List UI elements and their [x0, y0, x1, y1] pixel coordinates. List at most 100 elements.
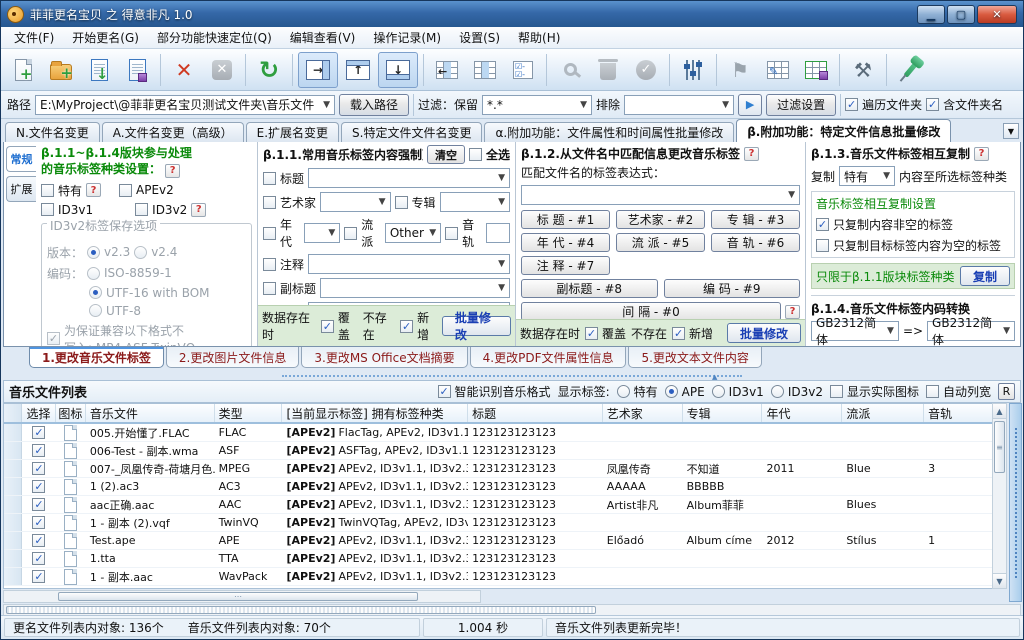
menu-records[interactable]: 操作记录(M): [364, 27, 450, 48]
special-tag-checkbox[interactable]: ✓特有: [41, 182, 82, 199]
real-icon-checkbox[interactable]: ✓显示实际图标: [830, 383, 919, 400]
new-file-button[interactable]: +: [5, 52, 41, 88]
maximize-button[interactable]: ▢: [947, 5, 975, 24]
expression-combobox[interactable]: ▼: [521, 185, 800, 205]
compat-checkbox[interactable]: ✓: [47, 332, 60, 345]
save-file-list-button[interactable]: [119, 52, 155, 88]
col-type[interactable]: 类型: [215, 404, 283, 422]
overwrite-checkbox[interactable]: ✓覆盖: [585, 325, 626, 342]
col-title[interactable]: 标题: [468, 404, 603, 422]
scrollbar-thumb[interactable]: ≡: [994, 421, 1005, 473]
subtab-image-info[interactable]: 2.更改图片文件信息: [166, 347, 299, 368]
overwrite-checkbox[interactable]: ✓覆盖: [321, 309, 358, 343]
artist-combobox[interactable]: ▼: [320, 192, 390, 212]
col-tags[interactable]: [当前显示标签] 拥有标签种类: [282, 404, 468, 422]
comment-field-checkbox[interactable]: ✓注释: [263, 256, 304, 273]
col-icon[interactable]: 图标: [56, 404, 86, 422]
insert-comment-button[interactable]: 注 释 - #7: [521, 256, 610, 275]
id3v1-checkbox[interactable]: ✓ID3v1: [41, 203, 93, 217]
subtitle-field-checkbox[interactable]: ✓副标题: [263, 280, 316, 297]
col-album[interactable]: 专辑: [683, 404, 763, 422]
menu-file[interactable]: 文件(F): [5, 27, 63, 48]
menu-help[interactable]: 帮助(H): [509, 27, 569, 48]
scroll-down-icon[interactable]: ▼: [993, 573, 1006, 588]
track-input[interactable]: [486, 223, 510, 243]
menu-quick-locate[interactable]: 部分功能快速定位(Q): [148, 27, 281, 48]
load-file-list-button[interactable]: ↓: [81, 52, 117, 88]
col-artist[interactable]: 艺术家: [603, 404, 683, 422]
subtitle-combobox[interactable]: ▼: [320, 278, 510, 298]
menu-settings[interactable]: 设置(S): [450, 27, 509, 48]
col-file[interactable]: 音乐文件: [86, 404, 215, 422]
row-checkbox[interactable]: ✓: [32, 444, 45, 457]
tab-file-info-batch[interactable]: β.附加功能：特定文件信息批量修改: [736, 119, 951, 142]
tab-extension-change[interactable]: E.扩展名变更: [246, 122, 339, 142]
panel-right-button[interactable]: →: [298, 52, 338, 88]
delete-checked-button[interactable]: [590, 52, 626, 88]
batch-modify-button[interactable]: 批量修改: [442, 316, 511, 336]
row-checkbox[interactable]: ✓: [32, 498, 45, 511]
table-row[interactable]: ✓ 1.tta TTA [APEv2]APEv2, ID3v1.1, ID3v2…: [4, 550, 994, 568]
tab-specific-filename[interactable]: S.特定文件文件名变更: [341, 122, 482, 142]
apev2-checkbox[interactable]: ✓APEv2: [119, 183, 174, 197]
delete-selected-button[interactable]: ✕: [166, 52, 202, 88]
enc-utf8-radio[interactable]: UTF-8: [89, 304, 141, 318]
auto-column-width-checkbox[interactable]: ✓自动列宽: [926, 383, 991, 400]
add-new-checkbox[interactable]: ✓新增: [400, 309, 437, 343]
exclude-combobox[interactable]: ▼: [624, 95, 734, 115]
table-horizontal-scrollbar[interactable]: ⋯: [3, 590, 481, 603]
title-field-checkbox[interactable]: ✓标题: [263, 170, 304, 187]
table-row[interactable]: ✓ 006-Test - 副本.wma ASF [APEv2]ASFTag, A…: [4, 442, 994, 460]
smart-detect-checkbox[interactable]: ✓智能识别音乐格式: [438, 383, 551, 400]
col-year[interactable]: 年代: [762, 404, 842, 422]
horizontal-splitter[interactable]: ▲: [3, 372, 1021, 379]
table-row[interactable]: ✓ Test.ape APE [APEv2]APEv2, ID3v1.1, ID…: [4, 532, 994, 550]
insert-genre-button[interactable]: 流 派 - #5: [616, 233, 705, 252]
tab-attr-time-batch[interactable]: α.附加功能：文件属性和时间属性批量修改: [484, 122, 734, 142]
genre-field-checkbox[interactable]: ✓流派: [344, 216, 381, 250]
filter-settings-button[interactable]: 过滤设置: [766, 94, 836, 116]
year-combobox[interactable]: ▼: [304, 223, 341, 243]
copy-source-combobox[interactable]: 特有▼: [839, 166, 895, 186]
subtab-music-tags[interactable]: 1.更改音乐文件标签: [29, 347, 164, 368]
check-options-button[interactable]: ☑-☑-: [505, 52, 541, 88]
subtab-text-content[interactable]: 5.更改文本文件内容: [628, 347, 761, 368]
edit-list-button[interactable]: ✎: [760, 52, 796, 88]
encoding-to-combobox[interactable]: GB2312简体▼: [927, 321, 1015, 341]
row-checkbox[interactable]: ✓: [32, 552, 45, 565]
year-field-checkbox[interactable]: ✓年代: [263, 216, 300, 250]
search-button[interactable]: [552, 52, 588, 88]
subtab-pdf-props[interactable]: 4.更改PDF文件属性信息: [470, 347, 627, 368]
tab-filename-advanced[interactable]: A.文件名变更（高级）: [102, 122, 244, 142]
close-button[interactable]: ✕: [977, 5, 1017, 24]
filter-adjust-button[interactable]: [675, 52, 711, 88]
help-icon[interactable]: ?: [744, 147, 759, 161]
show-special-radio[interactable]: 特有: [617, 383, 658, 400]
title-combobox[interactable]: ▼: [308, 168, 510, 188]
subtab-office-summary[interactable]: 3.更改MS Office文档摘要: [301, 347, 467, 368]
row-checkbox[interactable]: ✓: [32, 534, 45, 547]
refresh-button[interactable]: ↻: [251, 52, 287, 88]
filter-keep-combobox[interactable]: *.*▼: [482, 95, 592, 115]
traverse-folders-checkbox[interactable]: ✓遍历文件夹: [845, 96, 922, 113]
scroll-up-icon[interactable]: ▲: [993, 404, 1006, 419]
tab-overflow-button[interactable]: ▼: [1003, 123, 1019, 139]
vertical-splitter[interactable]: [1009, 403, 1022, 602]
insert-title-button[interactable]: 标 题 - #1: [521, 210, 610, 229]
select-all-checkbox[interactable]: ✓全选: [469, 146, 510, 163]
tab-filename-change[interactable]: N.文件名变更: [5, 122, 100, 142]
copy-nonempty-checkbox[interactable]: ✓只复制内容非空的标签: [816, 216, 953, 233]
insert-year-button[interactable]: 年 代 - #4: [521, 233, 610, 252]
include-folder-name-checkbox[interactable]: ✓含文件夹名: [926, 96, 1003, 113]
row-checkbox[interactable]: ✓: [32, 462, 45, 475]
copy-button[interactable]: 复制: [960, 266, 1010, 286]
table-row[interactable]: ✓ aac正确.aac AAC [APEv2]APEv2, ID3v1.1, I…: [4, 496, 994, 514]
column-layout-button[interactable]: [467, 52, 503, 88]
insert-artist-button[interactable]: 艺术家 - #2: [616, 210, 705, 229]
track-field-checkbox[interactable]: ✓音轨: [445, 216, 482, 250]
table-row[interactable]: ✓ 007-_凤凰传奇-荷塘月色.... MPEG [APEv2]APEv2, …: [4, 460, 994, 478]
artist-field-checkbox[interactable]: ✓艺术家: [263, 194, 316, 211]
insert-track-button[interactable]: 音 轨 - #6: [711, 233, 800, 252]
row-checkbox[interactable]: ✓: [32, 426, 45, 439]
help-icon[interactable]: ?: [165, 164, 180, 178]
